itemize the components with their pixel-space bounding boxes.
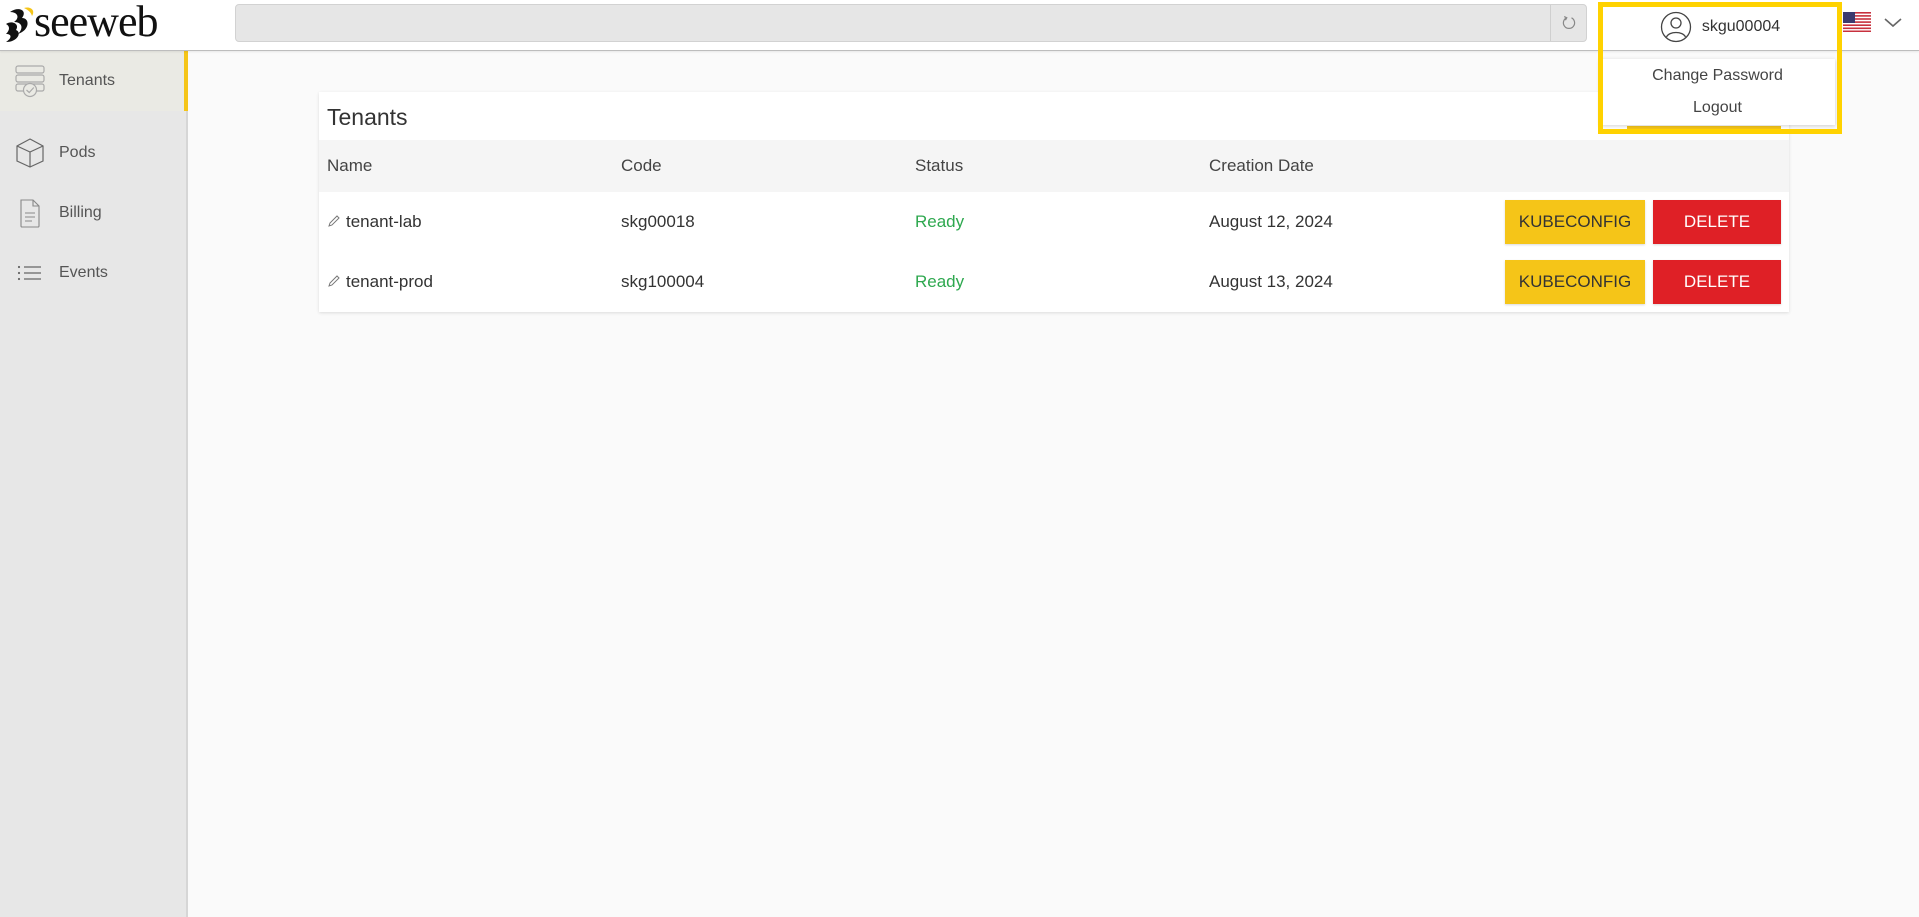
user-circle-icon xyxy=(1660,11,1691,43)
status-badge: Ready xyxy=(915,212,965,231)
sidebar-item-label: Pods xyxy=(59,144,96,161)
sidebar-item-tenants[interactable]: Tenants xyxy=(0,51,188,111)
list-icon xyxy=(17,265,41,281)
seeweb-logo[interactable]: seeweb xyxy=(4,0,158,46)
tenant-name-cell[interactable]: tenant-prod xyxy=(327,272,433,292)
document-icon xyxy=(20,199,40,228)
table-row: tenant-lab skg00018 Ready August 12, 202… xyxy=(319,192,1789,252)
page-title: Tenants xyxy=(327,104,408,130)
tenant-name-cell[interactable]: tenant-lab xyxy=(327,212,422,232)
user-dropdown-menu: Change Password Logout xyxy=(1600,59,1835,125)
tenants-server-icon xyxy=(15,65,45,98)
logout-menu-item[interactable]: Logout xyxy=(1600,92,1835,124)
refresh-button[interactable] xyxy=(1550,5,1586,41)
logo-text: seeweb xyxy=(34,0,158,46)
sidebar-item-label: Billing xyxy=(59,204,102,221)
kubeconfig-button[interactable]: KUBECONFIG xyxy=(1505,260,1645,304)
tenant-name: tenant-lab xyxy=(346,212,422,231)
column-header-creation-date: Creation Date xyxy=(1209,156,1314,175)
sidebar-item-pods[interactable]: Pods xyxy=(0,123,186,183)
us-flag-icon[interactable] xyxy=(1843,12,1871,32)
seeweb-logo-icon xyxy=(6,7,34,42)
cube-icon xyxy=(16,138,44,168)
status-badge: Ready xyxy=(915,272,965,291)
tenant-code: skg100004 xyxy=(621,272,705,291)
tenants-card: Tenants Name Code Status Creation Date t… xyxy=(319,92,1789,312)
kubeconfig-button[interactable]: KUBECONFIG xyxy=(1505,200,1645,244)
table-header: Name Code Status Creation Date xyxy=(319,140,1789,192)
refresh-icon xyxy=(1562,16,1575,30)
user-menu-button[interactable]: skgu00004 xyxy=(1603,7,1837,47)
creation-date: August 13, 2024 xyxy=(1209,272,1333,291)
delete-button[interactable]: DELETE xyxy=(1653,200,1781,244)
username-label: skgu00004 xyxy=(1701,18,1781,35)
tenant-name: tenant-prod xyxy=(346,272,433,291)
column-header-status: Status xyxy=(915,156,964,175)
search-bar xyxy=(235,4,1587,42)
tenant-code: skg00018 xyxy=(621,212,695,231)
chevron-down-icon[interactable] xyxy=(1882,13,1904,31)
sidebar-item-label: Events xyxy=(59,264,108,281)
column-header-name: Name xyxy=(327,156,373,175)
change-password-menu-item[interactable]: Change Password xyxy=(1600,60,1835,92)
delete-button[interactable]: DELETE xyxy=(1653,260,1781,304)
creation-date: August 12, 2024 xyxy=(1209,212,1333,231)
obscured-add-button-edge xyxy=(1627,126,1781,134)
sidebar-item-label: Tenants xyxy=(59,72,116,89)
sidebar-item-events[interactable]: Events xyxy=(0,243,186,303)
sidebar-item-billing[interactable]: Billing xyxy=(0,183,186,243)
column-header-code: Code xyxy=(621,156,662,175)
sidebar: Tenants Pods Billing Events xyxy=(0,51,188,917)
search-input[interactable] xyxy=(236,5,1551,41)
table-row: tenant-prod skg100004 Ready August 13, 2… xyxy=(319,252,1789,312)
pencil-icon[interactable] xyxy=(327,214,341,228)
pencil-icon[interactable] xyxy=(327,274,341,288)
